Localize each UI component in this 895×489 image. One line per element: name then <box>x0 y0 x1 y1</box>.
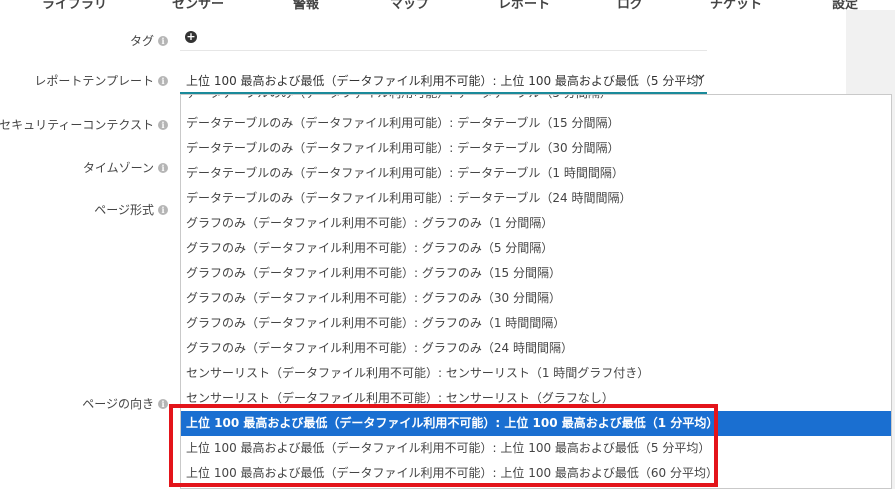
add-tag-icon[interactable]: + <box>185 31 197 43</box>
nav-item-tickets[interactable]: チケット <box>710 0 762 10</box>
nav-item-sensors[interactable]: センサー <box>172 0 224 10</box>
info-icon[interactable]: i <box>158 399 168 409</box>
page-format-label: ページ形式 <box>94 203 154 217</box>
nav-item-library[interactable]: ライブラリ <box>42 0 107 10</box>
info-icon[interactable]: i <box>158 76 168 86</box>
dropdown-option[interactable]: グラフのみ（データファイル利用不可能）: グラフのみ（30 分間隔） <box>181 286 891 311</box>
info-icon[interactable]: i <box>158 205 168 215</box>
report-template-dropdown[interactable]: データテーブルのみ（データファイル利用可能）: データテーブル（5 分間隔） デ… <box>180 94 892 489</box>
tag-label-row: タグ i <box>130 32 168 49</box>
dropdown-option[interactable]: 上位 100 最高および最低（データファイル利用不可能）: 上位 100 最高お… <box>181 461 891 486</box>
dropdown-option[interactable]: グラフのみ（データファイル利用不可能）: グラフのみ（5 分間隔） <box>181 236 891 261</box>
page-format-label-row: ページ形式 i <box>94 201 168 218</box>
dropdown-option[interactable]: データテーブルのみ（データファイル利用可能）: データテーブル（1 時間間隔） <box>181 161 891 186</box>
timezone-label: タイムゾーン <box>82 161 154 175</box>
dropdown-option[interactable]: グラフのみ（データファイル利用不可能）: グラフのみ（1 時間間隔） <box>181 311 891 336</box>
dropdown-option[interactable]: データテーブルのみ（データファイル利用可能）: データテーブル（15 分間隔） <box>181 111 891 136</box>
security-context-label: セキュリティーコンテクスト <box>0 118 154 132</box>
tag-field-underline <box>180 50 707 51</box>
nav-item-reports[interactable]: レポート <box>498 0 550 10</box>
info-icon[interactable]: i <box>158 36 168 46</box>
template-label-row: レポートテンプレート i <box>34 72 168 89</box>
dropdown-option[interactable]: グラフのみ（データファイル利用不可能）: グラフのみ（1 分間隔） <box>181 211 891 236</box>
tag-label: タグ <box>129 34 154 48</box>
dropdown-option[interactable]: センサーリスト（データファイル利用不可能）: センサーリスト（1 時間グラフ付き… <box>181 361 891 386</box>
orientation-label-row: ページの向き i <box>82 395 168 412</box>
dropdown-option[interactable]: センサーリスト（データファイル利用不可能）: センサーリスト（グラフなし） <box>181 386 891 411</box>
template-label: レポートテンプレート <box>34 74 154 88</box>
info-icon[interactable]: i <box>158 163 168 173</box>
security-label-row: セキュリティーコンテクスト i <box>0 116 168 133</box>
top-nav: ライブラリ センサー 警報 マップ レポート ログ チケット 設定 <box>0 0 895 10</box>
page-orientation-label: ページの向き <box>82 397 154 411</box>
dropdown-option[interactable]: グラフのみ（データファイル利用不可能）: グラフのみ（15 分間隔） <box>181 261 891 286</box>
nav-item-maps[interactable]: マップ <box>390 0 429 10</box>
dropdown-option[interactable]: データテーブルのみ（データファイル利用可能）: データテーブル（24 時間間隔） <box>181 186 891 211</box>
nav-item-logs[interactable]: ログ <box>617 0 643 10</box>
dropdown-option[interactable]: データテーブルのみ（データファイル利用可能）: データテーブル（5 分間隔） <box>181 95 891 106</box>
report-template-value: 上位 100 最高および最低（データファイル利用不可能）: 上位 100 最高お… <box>186 74 711 88</box>
dropdown-option[interactable]: 上位 100 最高および最低（データファイル利用不可能）: 上位 100 最高お… <box>181 436 891 461</box>
dropdown-option[interactable]: グラフのみ（データファイル利用不可能）: グラフのみ（24 時間間隔） <box>181 336 891 361</box>
report-template-select[interactable]: 上位 100 最高および最低（データファイル利用不可能）: 上位 100 最高お… <box>180 67 711 94</box>
dropdown-option-selected[interactable]: 上位 100 最高および最低（データファイル利用不可能）: 上位 100 最高お… <box>181 411 891 436</box>
dropdown-option[interactable]: データテーブルのみ（データファイル利用可能）: データテーブル（30 分間隔） <box>181 136 891 161</box>
nav-item-settings[interactable]: 設定 <box>832 0 858 10</box>
nav-item-alarms[interactable]: 警報 <box>293 0 319 10</box>
chevron-down-icon <box>695 74 705 80</box>
info-icon[interactable]: i <box>158 120 168 130</box>
timezone-label-row: タイムゾーン i <box>83 159 168 176</box>
